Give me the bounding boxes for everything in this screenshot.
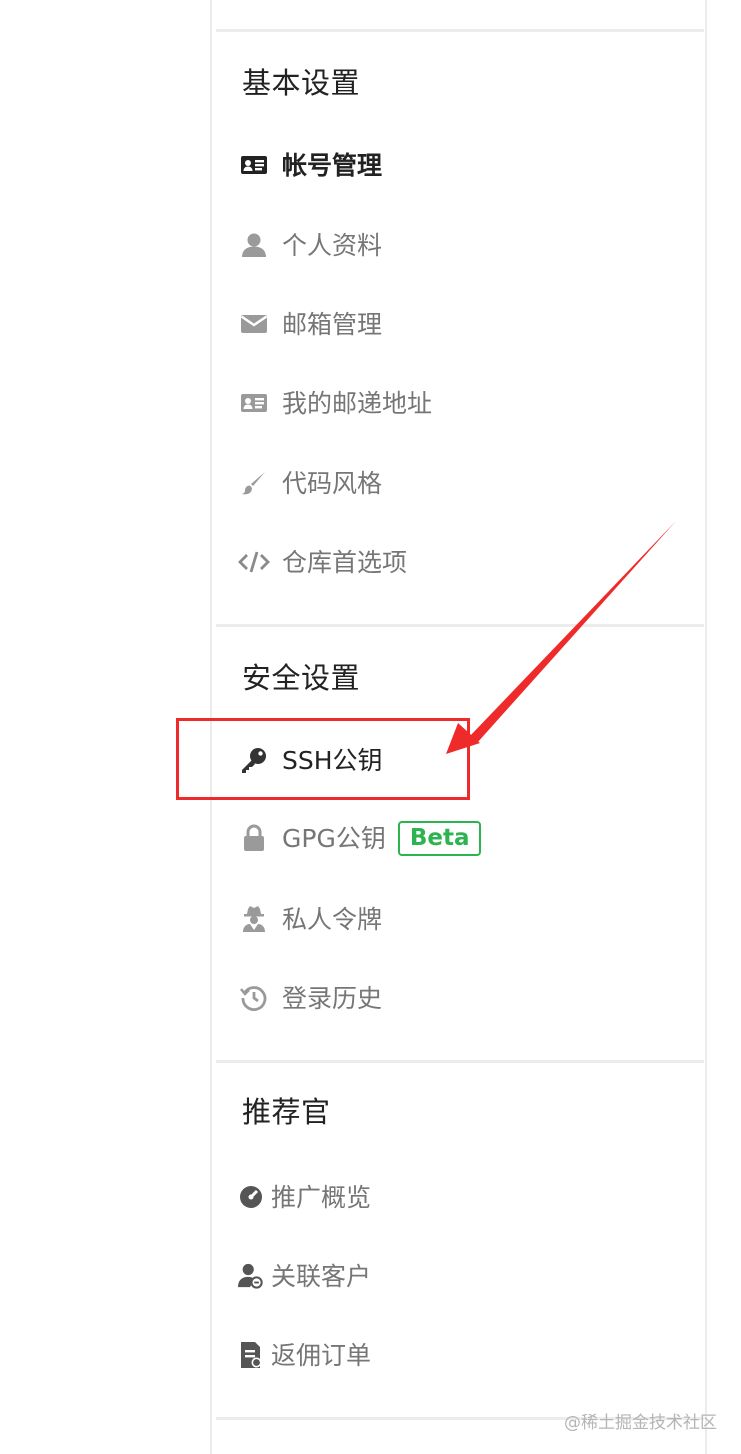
sidebar-item-label: 登录历史 [282, 983, 383, 1013]
sidebar-item-label: GPG公钥 [282, 823, 386, 853]
envelope-icon [240, 310, 268, 338]
beta-badge: Beta [397, 820, 482, 856]
user-icon [240, 231, 268, 259]
sidebar-item-label: 我的邮递地址 [282, 388, 433, 418]
lock-icon [240, 824, 268, 852]
sidebar-item-label: 关联客户 [271, 1261, 372, 1291]
divider [216, 624, 704, 627]
sidebar-item-label: 推广概览 [271, 1182, 372, 1212]
watermark: @稀土掘金技术社区 [564, 1413, 717, 1433]
user-link-icon [238, 1262, 264, 1290]
sidebar-item-label: 返佣订单 [271, 1340, 372, 1370]
sidebar-item-label: 仓库首选项 [282, 547, 408, 577]
sidebar-item-code-style[interactable]: 代码风格 [240, 461, 382, 505]
divider [216, 29, 704, 32]
divider [216, 1060, 704, 1063]
sidebar-item-rebate-orders[interactable]: 返佣订单 [238, 1333, 371, 1377]
order-icon [238, 1341, 264, 1369]
dashboard-icon [238, 1183, 264, 1211]
section-title-referral: 推荐官 [242, 1095, 331, 1129]
sidebar-item-linked-customers[interactable]: 关联客户 [238, 1254, 371, 1298]
sidebar-item-mailing-address[interactable]: 我的邮递地址 [240, 381, 432, 425]
sidebar-item-email-management[interactable]: 邮箱管理 [240, 302, 382, 346]
id-card-icon [240, 151, 268, 179]
section-title-basic-settings: 基本设置 [242, 66, 361, 100]
address-card-icon [240, 389, 268, 417]
history-icon [240, 984, 268, 1012]
sidebar-item-account-management[interactable]: 帐号管理 [240, 143, 382, 187]
sidebar-item-promotion-overview[interactable]: 推广概览 [238, 1175, 371, 1219]
sidebar-item-profile[interactable]: 个人资料 [240, 223, 382, 267]
sidebar-item-repo-preferences[interactable]: 仓库首选项 [238, 540, 407, 584]
sidebar-item-login-history[interactable]: 登录历史 [240, 976, 382, 1020]
paint-brush-icon [240, 469, 268, 497]
sidebar-item-label: 帐号管理 [282, 150, 383, 180]
sidebar-item-label: 代码风格 [282, 468, 383, 498]
code-icon [238, 548, 270, 576]
highlight-box [176, 718, 470, 800]
sidebar-item-personal-tokens[interactable]: 私人令牌 [240, 897, 382, 941]
sidebar-item-label: 个人资料 [282, 230, 383, 260]
sidebar-item-gpg-keys[interactable]: GPG公钥 Beta [240, 816, 482, 860]
section-title-security-settings: 安全设置 [242, 661, 361, 695]
user-secret-icon [240, 905, 268, 933]
sidebar-item-label: 邮箱管理 [282, 309, 383, 339]
sidebar-item-label: 私人令牌 [282, 904, 383, 934]
